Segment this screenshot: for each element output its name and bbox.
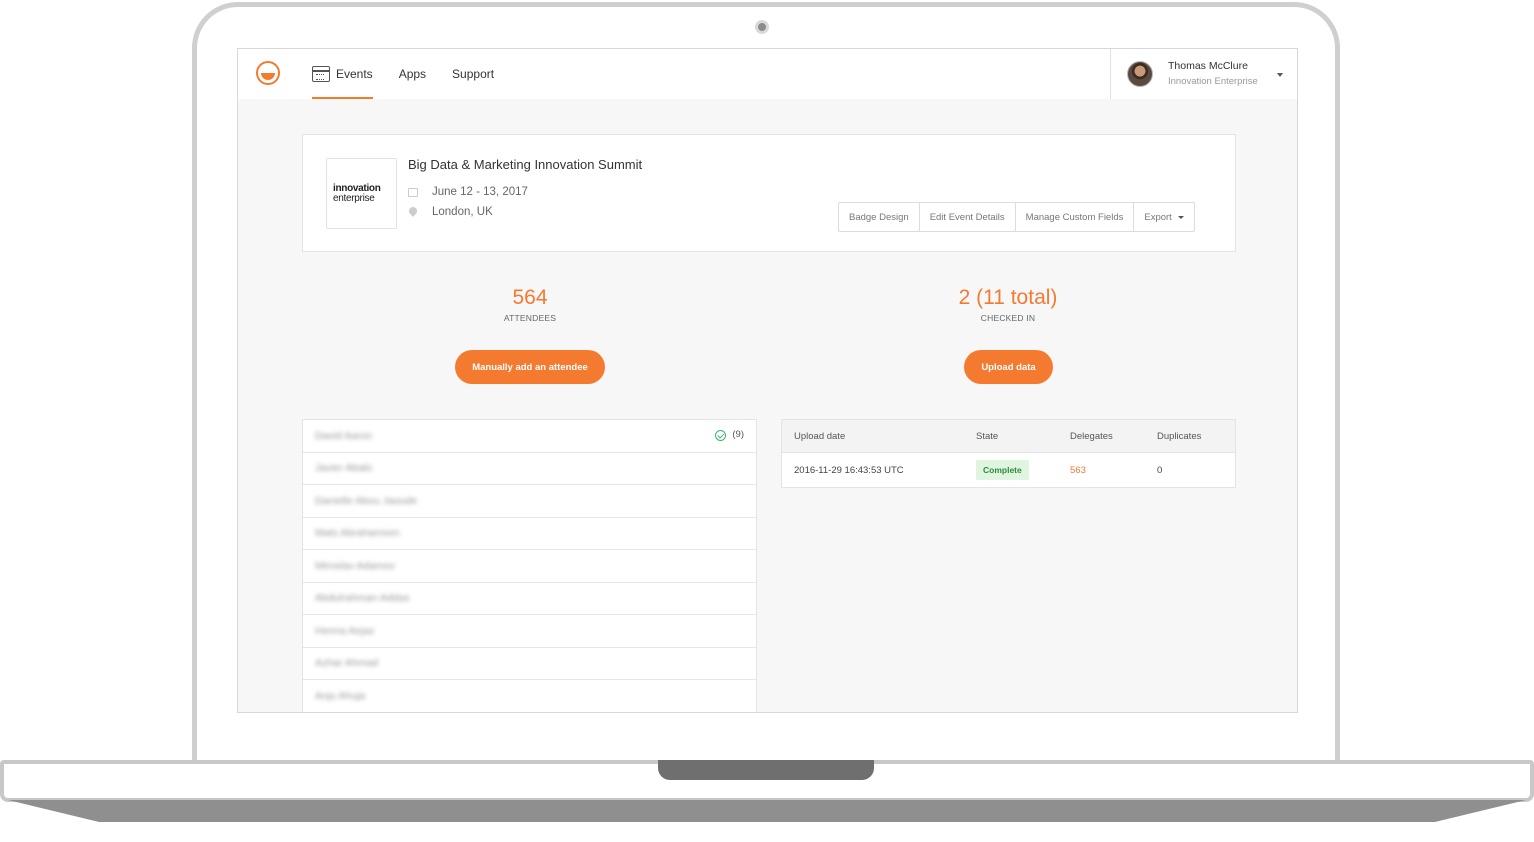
main-nav: Events Apps Support	[312, 49, 520, 99]
upload-history-table: Upload date State Delegates Duplicates 2…	[781, 419, 1236, 488]
event-dates: June 12 - 13, 2017	[432, 186, 528, 198]
event-location: London, UK	[432, 206, 493, 218]
location-pin-icon	[409, 207, 417, 217]
header-upload-date: Upload date	[794, 430, 846, 442]
checked-in-label: CHECKED IN	[980, 313, 1036, 323]
calendar-icon	[312, 66, 330, 82]
list-item[interactable]: Azhar Ahmad	[303, 648, 756, 680]
add-attendee-button[interactable]: Manually add an attendee	[455, 350, 605, 384]
user-name: Thomas McClure	[1168, 60, 1248, 72]
upload-data-button[interactable]: Upload data	[964, 350, 1053, 384]
event-actions: Badge Design Edit Event Details Manage C…	[838, 202, 1195, 232]
event-logo: innovation enterprise	[326, 158, 397, 229]
attendees-stat: 564 ATTENDEES	[430, 286, 630, 323]
delegates-link[interactable]: 563	[1070, 465, 1086, 476]
event-location-row: London, UK	[408, 206, 493, 218]
chevron-down-icon	[1177, 215, 1184, 219]
camera-icon	[755, 20, 769, 34]
avatar	[1127, 61, 1153, 87]
nav-apps-label: Apps	[398, 67, 427, 81]
nav-support-label: Support	[452, 67, 495, 81]
app-screen: Events Apps Support Thomas McClure Innov…	[237, 48, 1298, 713]
list-item[interactable]: Henna Aejaz	[303, 615, 756, 648]
header-state: State	[976, 430, 999, 442]
attendees-count: 564	[512, 286, 548, 309]
edit-event-details-button[interactable]: Edit Event Details	[920, 203, 1016, 231]
export-dropdown-button[interactable]: Export	[1134, 203, 1193, 231]
user-org: Innovation Enterprise	[1168, 76, 1258, 87]
attendee-name: David Aaron	[315, 429, 373, 442]
top-navbar: Events Apps Support Thomas McClure Innov…	[238, 49, 1297, 99]
list-item[interactable]: Abdulrahman Addas	[303, 583, 756, 615]
attendee-name: Henna Aejaz	[315, 624, 375, 637]
nav-events[interactable]: Events	[312, 49, 373, 99]
table-row: 2016-11-29 16:43:53 UTC Complete 563 0	[782, 453, 1235, 487]
header-delegates: Delegates	[1070, 430, 1113, 442]
laptop-notch	[658, 760, 874, 780]
user-menu[interactable]: Thomas McClure Innovation Enterprise	[1110, 49, 1297, 99]
event-title: Big Data & Marketing Innovation Summit	[408, 157, 643, 172]
laptop-bottom	[8, 800, 1526, 822]
table-header: Upload date State Delegates Duplicates	[782, 420, 1235, 453]
list-item[interactable]: Javier Abalo	[303, 453, 756, 485]
app-logo-icon[interactable]	[256, 61, 280, 85]
list-item[interactable]: Danielle Abou Jaoude	[303, 485, 756, 518]
list-item[interactable]: Mats Abrahamsen	[303, 518, 756, 550]
calendar-icon	[408, 187, 418, 197]
upload-date: 2016-11-29 16:43:53 UTC	[794, 464, 904, 476]
attendee-name: Danielle Abou Jaoude	[315, 494, 418, 507]
chevron-down-icon	[1277, 73, 1283, 77]
manage-custom-fields-button[interactable]: Manage Custom Fields	[1016, 203, 1135, 231]
header-duplicates: Duplicates	[1157, 430, 1202, 442]
attendee-list: David Aaron (9) Javier Abalo Danielle Ab…	[302, 419, 757, 712]
event-logo-line2: enterprise	[333, 192, 375, 204]
attendee-name: Abdulrahman Addas	[315, 592, 410, 605]
checked-in-stat: 2 (11 total) CHECKED IN	[908, 286, 1108, 323]
list-item[interactable]: Anju Ahuja	[303, 680, 756, 712]
event-logo-line1: innovation	[333, 182, 381, 194]
nav-apps[interactable]: Apps	[399, 49, 426, 99]
export-label: Export	[1144, 211, 1172, 223]
event-card: innovation enterprise Big Data & Marketi…	[302, 134, 1236, 252]
checkin-count: (9)	[732, 429, 744, 440]
nav-support[interactable]: Support	[452, 49, 494, 99]
attendee-name: Azhar Ahmad	[315, 657, 379, 670]
badge-design-button[interactable]: Badge Design	[839, 203, 920, 231]
attendees-label: ATTENDEES	[503, 313, 557, 323]
event-dates-row: June 12 - 13, 2017	[408, 186, 528, 198]
attendee-name: Javier Abalo	[315, 462, 373, 475]
attendee-name: Anju Ahuja	[315, 689, 366, 702]
check-circle-icon	[715, 430, 726, 441]
duplicates-count: 0	[1157, 464, 1163, 476]
list-item[interactable]: David Aaron (9)	[303, 420, 756, 453]
attendee-name: Mats Abrahamsen	[315, 527, 400, 540]
nav-events-label: Events	[336, 67, 373, 81]
list-item[interactable]: Miroslav Adamov	[303, 550, 756, 583]
status-badge: Complete	[976, 460, 1029, 480]
attendee-name: Miroslav Adamov	[315, 559, 395, 572]
checked-in-count: 2 (11 total)	[958, 286, 1058, 309]
